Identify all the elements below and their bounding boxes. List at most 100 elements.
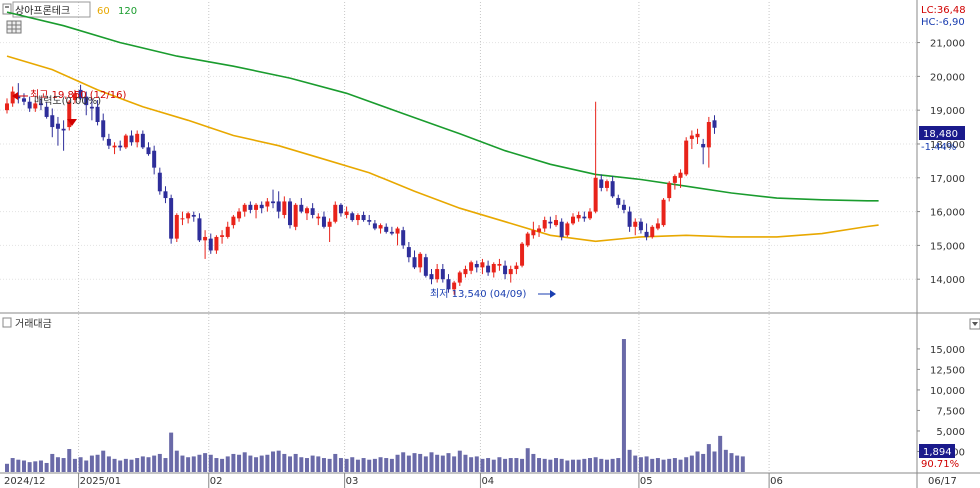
ma120-legend: 120 [118,6,137,17]
volume-bar [214,458,219,472]
candle [435,269,440,280]
candle [225,226,230,237]
volume-bar [5,463,9,472]
volume-bar [457,450,462,472]
volume-bar [440,455,445,472]
candle [140,133,145,148]
candle [503,265,508,275]
high-overlay-label: 매력도(0.00%) [34,95,101,107]
candle [220,235,225,237]
volume-bar [576,459,581,472]
volume-bar [542,458,547,472]
candle [412,257,417,268]
candle [571,216,575,224]
candle [463,269,468,275]
date-tick-label: 02 [210,476,223,487]
volume-bar [712,451,717,472]
candle [604,181,609,188]
volume-bar [55,457,60,472]
candle [661,199,666,226]
candle [565,223,570,236]
candle [712,120,717,128]
candle [469,262,474,271]
candle [129,135,134,143]
candle [89,106,94,109]
candle [401,230,406,246]
grid-settings-icon[interactable] [6,20,22,34]
candle [638,221,643,231]
volume-bar [220,458,225,472]
candle [395,228,400,234]
volume-bar [537,458,542,472]
volume-bar [112,458,117,472]
candle [276,201,281,212]
candle [27,101,32,109]
candle [689,135,694,139]
volume-bar [644,456,649,472]
candle [621,204,626,210]
candle [610,181,615,197]
date-tick-label: 2024/12 [4,476,46,487]
volume-bar [355,459,360,472]
volume-bar [304,458,309,472]
candle [50,115,55,128]
candle [706,122,711,148]
candle [633,221,638,227]
volume-bar [559,458,564,472]
volume-bar [372,458,377,472]
volume-bar [689,455,694,472]
volume-bar [367,459,372,472]
volume-bar [463,454,468,472]
candle [384,226,389,232]
volume-bar [480,458,485,472]
date-tick-label: 2025/01 [80,476,122,487]
candle [333,204,338,222]
volume-bar [452,456,457,472]
volume-tick-label: 15,000 [930,345,965,356]
candle [304,208,309,214]
volume-bar [180,455,185,472]
volume-bar [661,459,666,472]
candle [440,269,445,280]
candle [429,274,434,280]
volume-bar [203,453,208,472]
candle [112,145,117,148]
volume-bar [118,460,123,472]
volume-bar [401,452,406,472]
candle [118,145,123,148]
candle [174,214,179,239]
stock-chart: 상아프론테크 60 120 LC:36,48 HC:-6,90 14,00015… [0,0,980,488]
candle [338,204,343,214]
candle [616,198,621,205]
candle [293,204,298,227]
candle [701,143,706,148]
volume-bar [95,454,100,472]
candle [214,236,219,251]
candle [101,120,106,138]
current-volume-tag: 1,894 90.71% [919,444,959,470]
volume-tick-label: 7,500 [936,406,965,417]
volume-bar [599,458,604,472]
candle [265,201,270,207]
candle [684,140,689,175]
chart-window: 상아프론테크 60 120 LC:36,48 HC:-6,90 14,000 15… [0,0,980,488]
candle [520,243,525,266]
candle [21,98,26,102]
volume-bar [718,435,723,472]
candle [163,191,168,199]
date-tick-label: 03 [346,476,359,487]
volume-bar [333,453,338,472]
date-tick-label: 06/17 [928,476,957,487]
candle [599,179,604,188]
candle [95,106,100,123]
volume-bar [310,455,315,472]
volume-bar [446,453,451,472]
volume-bar [655,458,660,472]
volume-pane-title: 거래대금 [15,318,52,330]
volume-bar [378,457,383,472]
volume-bar [429,452,434,472]
volume-bar [208,454,213,472]
volume-bar [293,453,298,472]
candle [531,230,536,236]
candle [288,201,292,226]
